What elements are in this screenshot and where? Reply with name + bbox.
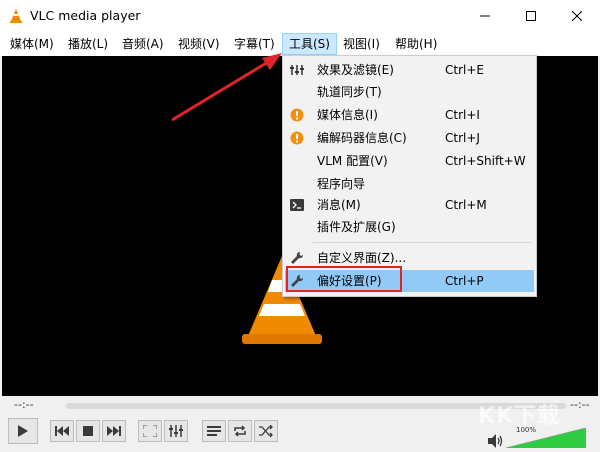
fullscreen-icon: [143, 425, 157, 437]
terminal-icon: [289, 197, 305, 213]
previous-button[interactable]: [50, 420, 74, 442]
next-button[interactable]: [102, 420, 126, 442]
tools-menu-dropdown: 效果及滤镜(E) Ctrl+E 轨道同步(T) 媒体信息(I) Ctrl+I 编…: [282, 55, 537, 297]
previous-icon: [55, 426, 69, 436]
time-elapsed: --:--: [14, 398, 34, 411]
menu-item-vlm-config[interactable]: VLM 配置(V) Ctrl+Shift+W: [285, 150, 534, 172]
vlc-window: VLC media player 媒体(M) 播放(L) 音频(A) 视频(V)…: [0, 0, 600, 452]
extended-settings-button[interactable]: [164, 420, 188, 442]
menu-item-effects-filters[interactable]: 效果及滤镜(E) Ctrl+E: [285, 59, 534, 81]
menu-item-media-info[interactable]: 媒体信息(I) Ctrl+I: [285, 104, 534, 126]
menu-item-plugins[interactable]: 插件及扩展(G): [285, 216, 534, 238]
menu-item-codec-info[interactable]: 编解码器信息(C) Ctrl+J: [285, 127, 534, 149]
next-icon: [107, 426, 121, 436]
extended-settings-icon: [169, 425, 183, 437]
playlist-icon: [207, 426, 221, 436]
menu-separator: [313, 242, 532, 243]
menu-item-wizard[interactable]: 程序向导: [285, 173, 534, 195]
menu-item-track-sync[interactable]: 轨道同步(T): [285, 81, 534, 103]
info-icon: [289, 107, 305, 123]
stop-icon: [83, 426, 93, 436]
fullscreen-button[interactable]: [138, 420, 162, 442]
speaker-icon[interactable]: [488, 434, 504, 448]
play-button[interactable]: [8, 418, 38, 444]
annotation-highlight-box: [286, 266, 402, 292]
shuffle-button[interactable]: [254, 420, 278, 442]
stop-button[interactable]: [76, 420, 100, 442]
time-total: --:--: [570, 398, 590, 411]
playlist-button[interactable]: [202, 420, 226, 442]
equalizer-icon: [289, 62, 305, 78]
loop-icon: [234, 425, 246, 437]
play-icon: [18, 425, 28, 437]
menu-item-messages[interactable]: 消息(M) Ctrl+M: [285, 194, 534, 216]
loop-button[interactable]: [228, 420, 252, 442]
shuffle-icon: [259, 425, 273, 437]
info-icon: [289, 130, 305, 146]
volume-slider[interactable]: [506, 428, 586, 448]
wrench-icon: [289, 250, 305, 266]
watermark: KK下载: [478, 404, 561, 429]
